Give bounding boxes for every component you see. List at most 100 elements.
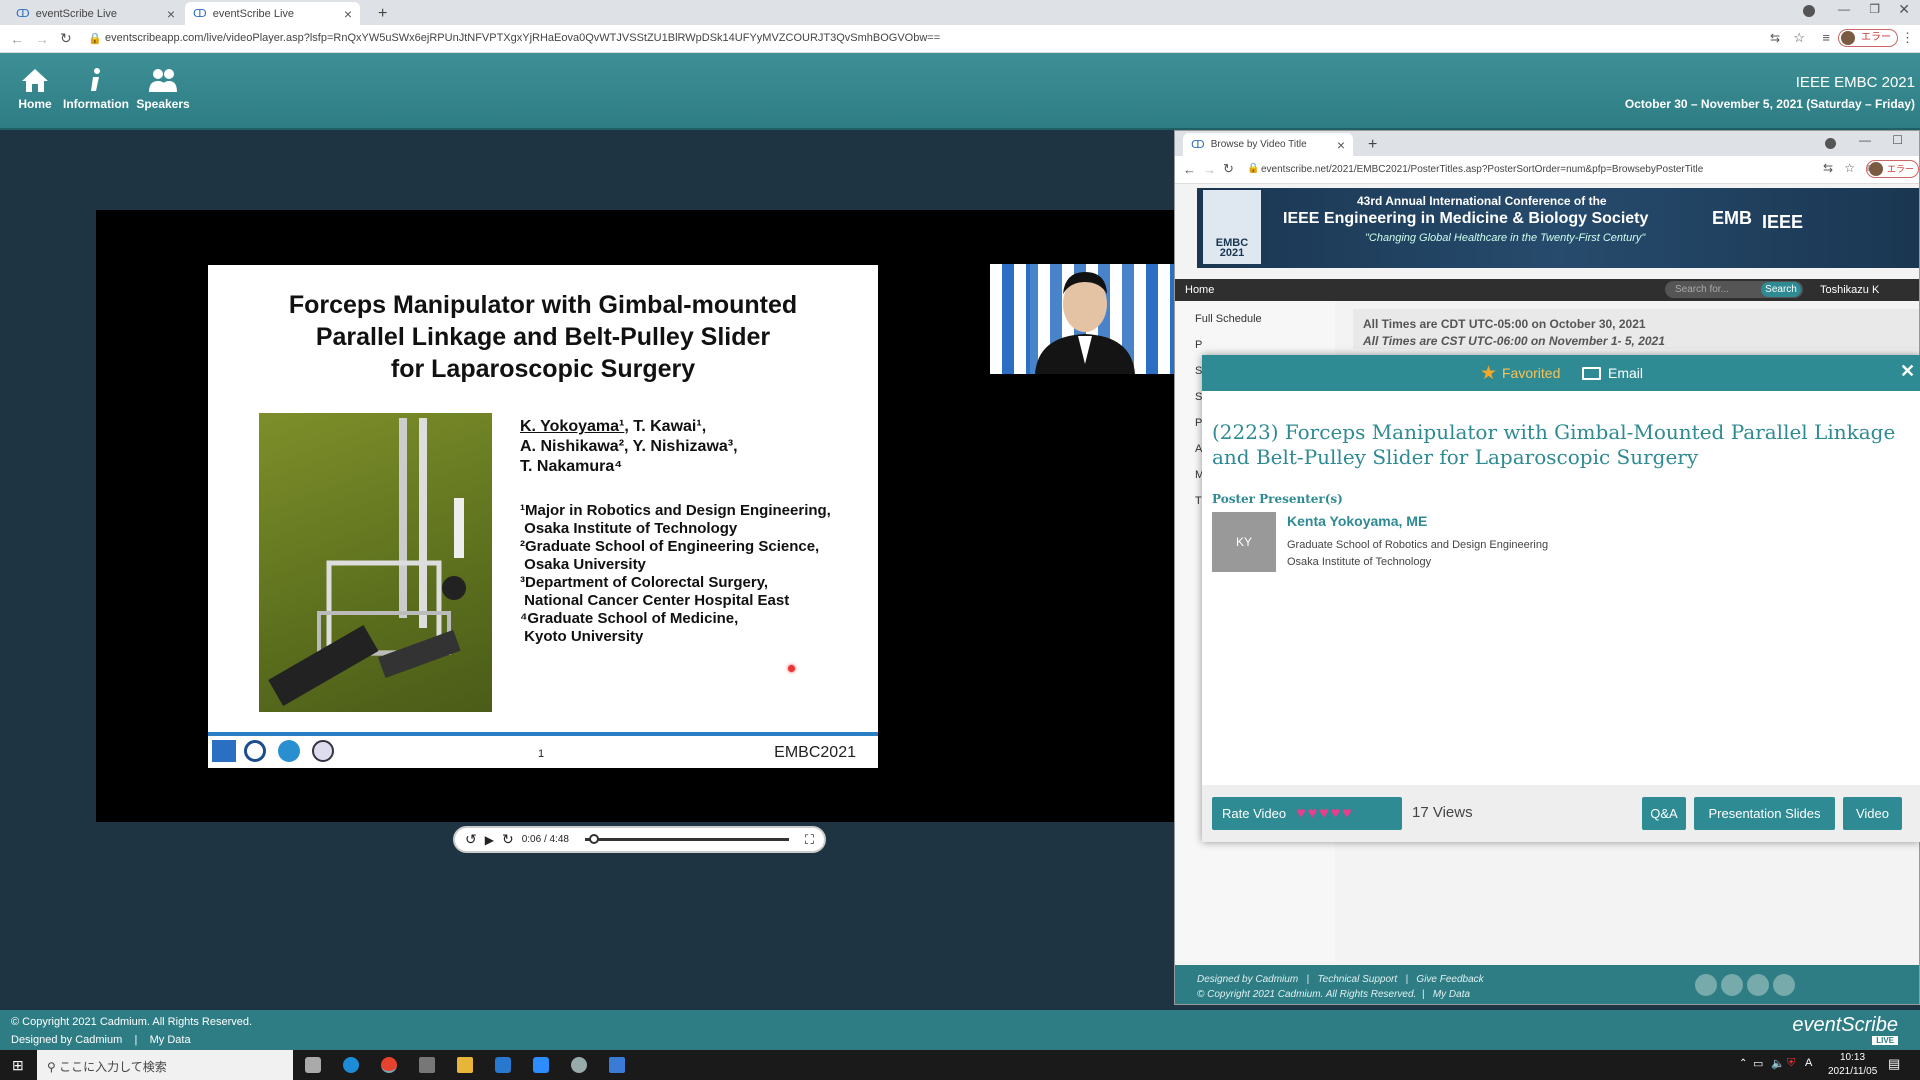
my-data-link[interactable]: My Data [150,1034,191,1046]
profile-label: エラー [1886,164,1914,174]
sidebar-item[interactable]: T [1195,495,1202,507]
security-icon[interactable]: ⛨ [1787,1057,1795,1070]
link-icon[interactable] [1773,974,1795,996]
volume-icon[interactable]: 🔈 [1771,1057,1785,1070]
reload-icon[interactable]: ↻ [60,30,72,47]
search-button[interactable]: Search [1761,282,1801,297]
rewind-icon[interactable]: ↺ [465,831,477,848]
clock-time[interactable]: 10:13 [1840,1052,1865,1063]
nav-speakers[interactable]: Speakers [128,67,198,111]
maximize-icon[interactable]: ☐ [1892,133,1903,147]
designed-by-link[interactable]: Designed by Cadmium [11,1034,122,1046]
facebook-icon[interactable] [1695,974,1717,996]
forward-icon[interactable]: → [35,31,49,47]
mail-app-icon[interactable] [495,1057,511,1073]
browser-tab[interactable]: ↀ Browse by Video Title × [1183,133,1353,156]
rate-video-button[interactable]: Rate Video ♥♥♥♥♥ [1212,797,1402,830]
back-icon[interactable]: ← [1183,162,1196,177]
url-text[interactable]: eventscribe.net/2021/EMBC2021/PosterTitl… [1261,164,1703,175]
seek-bar[interactable] [584,834,789,844]
forward-icon[interactable]: → [1203,162,1216,177]
play-icon[interactable]: ▶ [485,833,494,847]
sidebar-item[interactable]: P [1195,339,1202,351]
university-logo [244,740,266,762]
favorite-star-icon[interactable]: ★ [1480,362,1497,385]
slide-footer-tag: EMBC2021 [774,744,856,761]
lock-icon[interactable]: 🔒 [88,32,102,45]
separator: | [125,1034,147,1046]
tech-support-link[interactable]: Technical Support [1317,974,1397,985]
video-button[interactable]: Video [1843,797,1902,830]
tab-search-icon[interactable] [1803,5,1815,17]
presentation-slides-button[interactable]: Presentation Slides [1694,797,1835,830]
close-tab-icon[interactable]: × [1337,137,1345,153]
linkedin-icon[interactable] [1747,974,1769,996]
profile-error-button[interactable]: エラー [1838,29,1898,47]
minimize-icon[interactable]: — [1838,2,1850,16]
reading-list-icon[interactable]: ≡ [1822,30,1830,45]
twitter-icon[interactable] [1721,974,1743,996]
forward-skip-icon[interactable]: ↻ [502,831,514,848]
ime-indicator[interactable]: A [1805,1057,1812,1069]
close-tab-icon[interactable]: × [167,6,175,22]
close-window-icon[interactable]: ✕ [1898,1,1910,18]
bookmark-star-icon[interactable]: ☆ [1844,161,1855,175]
file-explorer-icon[interactable] [457,1057,473,1073]
email-envelope-icon[interactable] [1582,367,1601,380]
favorited-label[interactable]: Favorited [1502,365,1560,381]
profile-error-button[interactable]: エラー [1865,160,1919,178]
reload-icon[interactable]: ↻ [1223,161,1234,177]
network-icon[interactable]: ▭ [1753,1057,1763,1070]
tab-search-icon[interactable] [1825,138,1836,149]
heart-icon[interactable]: ♥ [1296,805,1308,822]
email-label[interactable]: Email [1608,365,1643,381]
camera-app-icon[interactable] [305,1057,321,1073]
slide-page-number: 1 [538,748,545,760]
chrome-browser-icon[interactable] [381,1057,397,1073]
media-app-icon[interactable] [419,1057,435,1073]
close-tab-icon[interactable]: × [344,6,352,22]
rating-hearts[interactable]: ♥♥♥♥♥ [1296,805,1354,823]
app-icon[interactable] [571,1057,587,1073]
feedback-link[interactable]: Give Feedback [1416,974,1483,985]
seek-handle[interactable] [589,834,600,844]
tray-overflow-icon[interactable]: ⌃ [1739,1058,1747,1069]
close-modal-icon[interactable]: ✕ [1900,361,1915,382]
nav-home[interactable]: Home [0,67,70,111]
heart-icon[interactable]: ♥ [1331,805,1343,822]
user-name[interactable]: Toshikazu K [1820,284,1879,296]
nav-home[interactable]: Home [1185,284,1214,296]
heart-icon[interactable]: ♥ [1308,805,1320,822]
designed-by-link[interactable]: Designed by Cadmium [1197,974,1298,985]
zoom-app-icon[interactable] [533,1057,549,1073]
browser-tab-2[interactable]: ↀ eventScribe Live × [185,2,360,25]
new-tab-button[interactable]: + [370,2,395,25]
lock-icon[interactable]: 🔒 [1247,163,1259,174]
translate-icon[interactable]: ⇆ [1823,161,1833,175]
minimize-icon[interactable]: — [1859,133,1871,147]
app-icon[interactable] [609,1057,625,1073]
fullscreen-icon[interactable]: ⛶ [805,832,814,848]
heart-icon[interactable]: ♥ [1342,805,1354,822]
browser-tab-1[interactable]: ↀ eventScribe Live × [8,2,183,25]
translate-icon[interactable]: ⇆ [1770,31,1780,45]
windows-start-icon[interactable]: ⊞ [12,1057,24,1074]
heart-icon[interactable]: ♥ [1319,805,1331,822]
restore-icon[interactable]: ❐ [1869,2,1880,16]
presenter-avatar[interactable]: KY [1212,512,1276,572]
menu-kebab-icon[interactable]: ⋮ [1901,30,1914,46]
new-tab-button[interactable]: + [1360,133,1385,156]
taskbar-search-box[interactable]: ⚲ ここに入力して検索 [37,1050,293,1080]
bookmark-star-icon[interactable]: ☆ [1793,30,1805,46]
url-text[interactable]: eventscribeapp.com/live/videoPlayer.asp?… [105,32,940,44]
edge-browser-icon[interactable] [343,1057,359,1073]
clock-date[interactable]: 2021/11/05 [1828,1066,1877,1077]
presenter-name[interactable]: Kenta Yokoyama, ME [1287,513,1427,529]
sidebar-item-full-schedule[interactable]: Full Schedule [1195,313,1262,325]
notification-icon[interactable]: ▤ [1888,1056,1900,1072]
nav-information[interactable]: Information [61,67,131,111]
profile-label: エラー [1861,32,1891,43]
qa-button[interactable]: Q&A [1642,797,1686,830]
back-icon[interactable]: ← [10,31,24,47]
my-data-link[interactable]: My Data [1433,989,1470,1000]
